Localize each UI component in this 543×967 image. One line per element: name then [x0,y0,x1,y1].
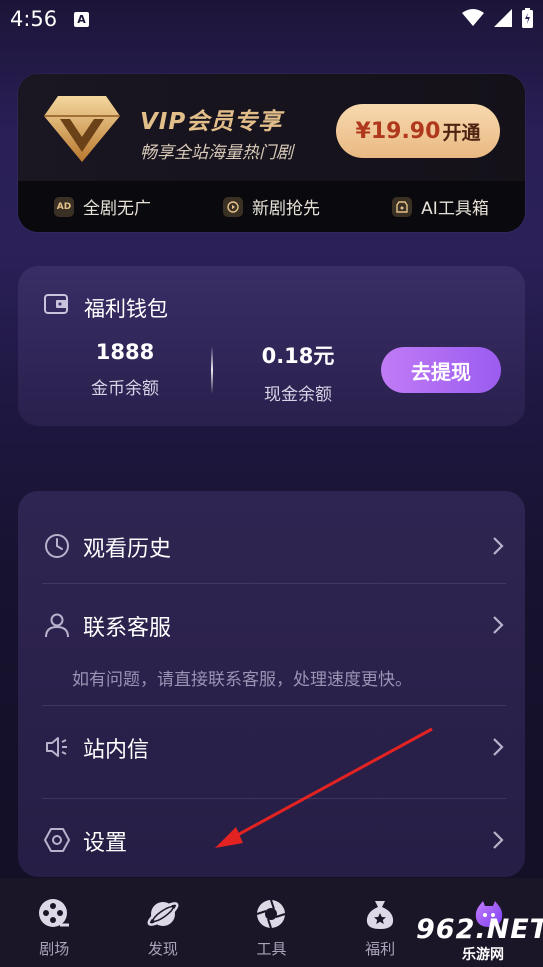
coin-balance-value: 1888 [95,340,155,364]
diamond-icon [44,96,120,162]
cash-balance-value: 0.18元 [261,344,335,368]
vip-feature-no-ads[interactable]: AD 全剧无广 [18,181,187,232]
menu-item-label: 站内信 [83,738,150,763]
status-time: 4:56 [10,7,58,31]
chevron-right-icon [493,537,504,555]
nav-tab-tools[interactable]: 工具 [217,878,326,967]
vip-open-button[interactable]: ¥19.90 开通 [336,104,500,158]
cellular-signal-icon [494,9,512,27]
ai-toolbox-icon [392,196,413,217]
film-reel-icon [39,899,70,927]
vip-title: VIP会员专享 [140,109,283,135]
support-hint: 如有问题，请直接联系客服，处理速度更快。 [72,670,412,690]
person-icon [45,613,69,638]
status-bar: 4:56 A [0,0,543,40]
coin-balance[interactable]: 1888 金币余额 [50,340,200,399]
vip-feature-label: 全剧无广 [83,199,151,219]
menu-item-contact-support[interactable]: 联系客服 [18,594,525,654]
play-icon [223,196,243,217]
aperture-icon [257,899,286,929]
wallet-card: 福利钱包 1888 金币余额 0.18元 现金余额 去提现 [18,266,525,426]
cash-balance[interactable]: 0.18元 现金余额 [223,340,373,405]
nav-tab-discover[interactable]: 发现 [109,878,218,967]
vip-banner: VIP会员专享 畅享全站海量热门剧 ¥19.90 开通 [18,74,525,181]
vip-feature-label: 新剧抢先 [252,199,320,219]
chevron-right-icon [493,738,504,756]
watermark-sub: 乐游网 [462,947,504,963]
withdraw-button[interactable]: 去提现 [381,347,501,393]
nav-label: 工具 [256,940,287,958]
nav-tab-theater[interactable]: 剧场 [0,878,109,967]
menu-item-settings[interactable]: 设置 [18,809,525,869]
speaker-icon [46,737,67,757]
nav-label: 剧场 [39,940,70,958]
status-icons [462,8,533,28]
clock-icon [45,534,69,558]
menu-divider [42,583,506,584]
vip-card[interactable]: VIP会员专享 畅享全站海量热门剧 ¥19.90 开通 AD 全剧无广 新剧抢先… [18,74,525,232]
menu-item-label: 联系客服 [83,616,172,641]
notification-icon: A [74,12,89,27]
ad-icon: AD [54,196,74,217]
menu-item-inbox[interactable]: 站内信 [18,716,525,776]
menu-item-watch-history[interactable]: 观看历史 [18,515,525,575]
vip-features: AD 全剧无广 新剧抢先 AI工具箱 [18,181,525,232]
menu-item-label: 观看历史 [83,537,172,562]
wallet-icon [44,294,68,314]
battery-icon [522,8,533,28]
nav-label: 发现 [147,940,178,958]
watermark-brand: 962.NET [416,914,543,945]
chevron-right-icon [493,831,504,849]
hexagon-settings-icon [44,828,70,852]
vip-price: ¥19.90 [355,118,441,144]
wallet-divider [211,346,213,394]
cash-balance-label: 现金余额 [264,385,332,405]
watermark: 962.NET 乐游网 [416,914,543,964]
vip-feature-label: AI工具箱 [421,199,489,219]
coin-balance-label: 金币余额 [91,379,159,399]
vip-open-label: 开通 [442,121,481,144]
chevron-right-icon [493,616,504,634]
vip-feature-early-access[interactable]: 新剧抢先 [187,181,356,232]
menu-card: 观看历史 联系客服 如有问题，请直接联系客服，处理速度更快。 站内信 设置 [18,491,525,877]
menu-divider [42,798,506,799]
money-bag-icon [367,901,394,929]
vip-feature-ai-toolbox[interactable]: AI工具箱 [356,181,525,232]
planet-icon [147,902,179,926]
wallet-title: 福利钱包 [84,297,168,321]
vip-subtitle: 畅享全站海量热门剧 [140,143,293,163]
menu-item-label: 设置 [83,831,128,856]
menu-divider [42,705,506,706]
wifi-icon [462,9,484,26]
